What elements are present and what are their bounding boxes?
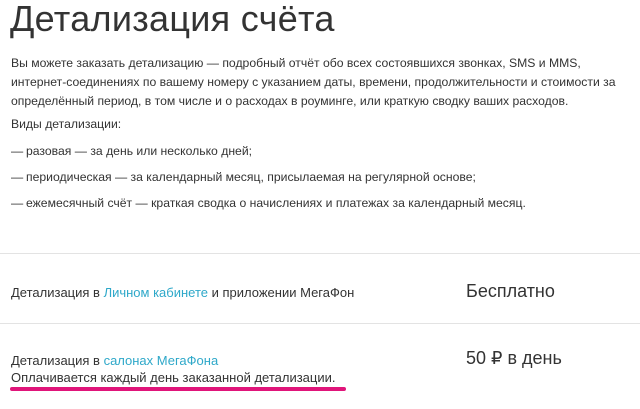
dash-bullet: — (11, 144, 24, 158)
salons-link[interactable]: салонах МегаФона (104, 353, 219, 368)
salon-note: Оплачивается каждый день заказанной дета… (11, 370, 336, 385)
page-title: Детализация счёта (10, 0, 335, 39)
highlight-underline (10, 387, 346, 391)
dash-bullet: — (11, 170, 24, 184)
price-online: Бесплатно (466, 281, 555, 301)
list-item-text: разовая — за день или несколько дней; (26, 144, 253, 158)
list-item: — периодическая — за календарный месяц, п… (11, 168, 526, 194)
types-list: — разовая — за день или несколько дней; —… (11, 142, 526, 220)
price-salon: 50 ₽ в день (466, 348, 562, 368)
intro-paragraph: Вы можете заказать детализацию — подробн… (11, 56, 616, 108)
divider (0, 323, 640, 324)
pricing-prefix: Детализация в (11, 285, 104, 300)
personal-account-link[interactable]: Личном кабинете (104, 285, 208, 300)
dash-bullet: — (11, 196, 24, 210)
list-item-text: периодическая — за календарный месяц, пр… (26, 170, 476, 184)
pricing-row-label-online: Детализация в Личном кабинете и приложен… (11, 285, 354, 300)
pricing-suffix: и приложении МегаФон (208, 285, 355, 300)
types-heading: Виды детализации: (11, 117, 122, 131)
list-item: — разовая — за день или несколько дней; (11, 142, 526, 168)
pricing-row-label-salon: Детализация в салонах МегаФона (11, 353, 218, 368)
divider (0, 253, 640, 254)
pricing-prefix: Детализация в (11, 353, 104, 368)
list-item-text: ежемесячный счёт — краткая сводка о начи… (26, 196, 526, 210)
list-item: — ежемесячный счёт — краткая сводка о нач… (11, 194, 526, 220)
